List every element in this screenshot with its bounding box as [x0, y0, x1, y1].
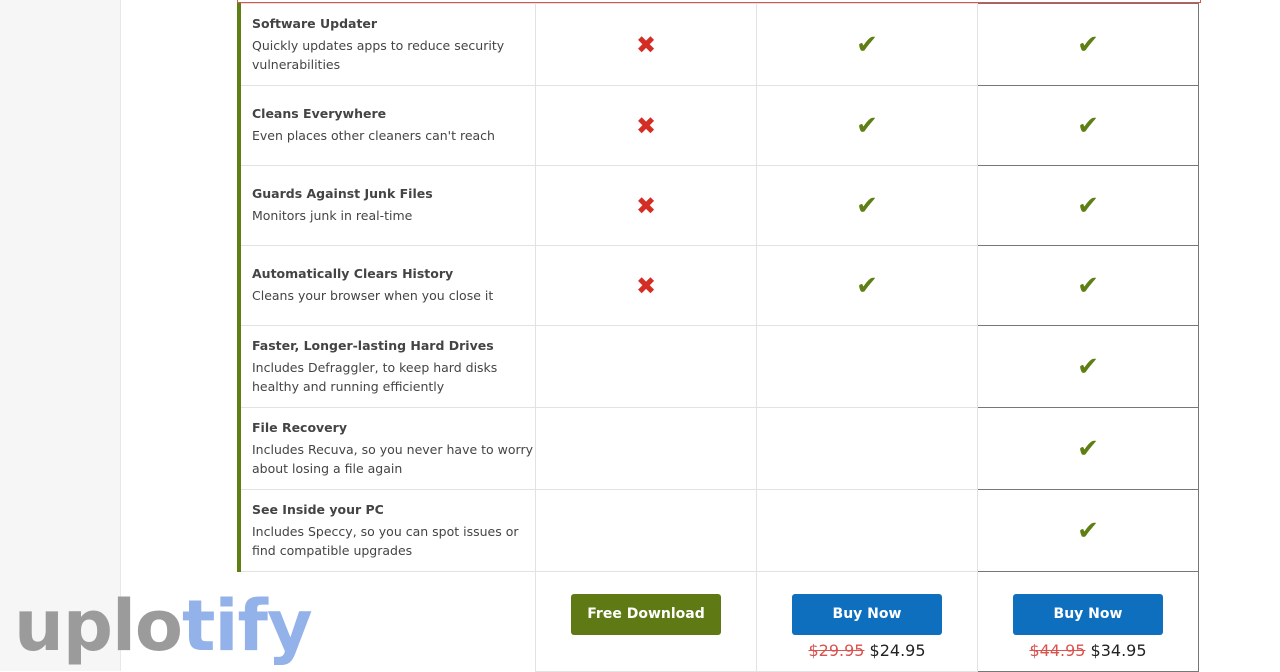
- feature-cell: Faster, Longer-lasting Hard Drives Includ…: [237, 325, 536, 408]
- plan-cell: ✖: [535, 85, 757, 166]
- action-cell: Free Download: [535, 571, 757, 672]
- plan-cell: [535, 489, 757, 572]
- plan-cell: [756, 489, 978, 572]
- cross-icon: ✖: [635, 111, 657, 140]
- feature-cell: See Inside your PC Includes Speccy, so yo…: [237, 489, 536, 572]
- plan-cell: ✔: [756, 165, 978, 246]
- check-icon: ✔: [1077, 351, 1099, 382]
- old-price: $44.95: [1029, 641, 1086, 660]
- plan-cell: [756, 407, 978, 490]
- check-icon: ✔: [1077, 110, 1099, 141]
- left-sidebar: [0, 0, 121, 671]
- plan-cell: ✖: [535, 165, 757, 246]
- plan-cell: [756, 325, 978, 408]
- feature-row: Automatically Clears History Cleans your …: [237, 245, 1199, 326]
- feature-title: Faster, Longer-lasting Hard Drives: [252, 337, 494, 353]
- feature-title: Cleans Everywhere: [252, 106, 387, 121]
- feature-row: Faster, Longer-lasting Hard Drives Includ…: [237, 325, 1199, 408]
- current-price: $34.95: [1090, 641, 1147, 660]
- feature-row: Guards Against Junk Files Monitors junk i…: [237, 165, 1199, 246]
- price: $29.95 $24.95: [757, 641, 977, 660]
- action-cell: Buy Now $44.95 $34.95: [977, 571, 1199, 672]
- feature-row: File Recovery Includes Recuva, so you nev…: [237, 407, 1199, 490]
- cross-icon: ✖: [635, 271, 657, 300]
- check-icon: ✔: [856, 270, 878, 301]
- buy-now-button[interactable]: Buy Now: [792, 594, 942, 635]
- feature-cell: File Recovery Includes Recuva, so you nev…: [237, 407, 536, 490]
- plan-cell: ✔: [977, 165, 1199, 246]
- plan-cell: [535, 407, 757, 490]
- check-icon: ✔: [1077, 270, 1099, 301]
- plan-cell: ✔: [977, 85, 1199, 166]
- price: $44.95 $34.95: [978, 641, 1198, 660]
- plan-cell: ✔: [977, 245, 1199, 326]
- feature-title: Guards Against Junk Files: [252, 186, 433, 201]
- feature-cell: Automatically Clears History Cleans your …: [237, 245, 536, 326]
- feature-description: Even places other cleaners can't reach: [252, 128, 495, 143]
- feature-row: Cleans Everywhere Even places other clean…: [237, 85, 1199, 166]
- plan-cell: ✖: [535, 245, 757, 326]
- check-icon: ✔: [856, 110, 878, 141]
- check-icon: ✔: [1077, 433, 1099, 464]
- cross-icon: ✖: [635, 191, 657, 220]
- plan-cell: ✔: [977, 325, 1199, 408]
- feature-description: Monitors junk in real-time: [252, 208, 413, 223]
- cross-icon: ✖: [635, 30, 657, 59]
- plan-cell: ✔: [756, 245, 978, 326]
- feature-title: Software Updater: [252, 15, 378, 31]
- action-cell: Buy Now $29.95 $24.95: [756, 571, 978, 672]
- feature-row: Software Updater Quickly updates apps to …: [237, 3, 1199, 86]
- plan-cell: [535, 325, 757, 408]
- feature-description: Includes Speccy, so you can spot issues …: [252, 523, 519, 558]
- feature-title: See Inside your PC: [252, 501, 384, 517]
- feature-description: Includes Recuva, so you never have to wo…: [252, 441, 533, 476]
- check-icon: ✔: [1077, 29, 1099, 60]
- old-price: $29.95: [808, 641, 865, 660]
- feature-cell: Cleans Everywhere Even places other clean…: [237, 85, 536, 166]
- comparison-table: Software Updater Quickly updates apps to …: [237, 3, 1199, 672]
- feature-description: Quickly updates apps to reduce security …: [252, 37, 505, 72]
- feature-description: Cleans your browser when you close it: [252, 288, 494, 303]
- check-icon: ✔: [856, 29, 878, 60]
- feature-description: Includes Defraggler, to keep hard disks …: [252, 359, 498, 394]
- plan-cell: ✔: [977, 407, 1199, 490]
- feature-cell: Guards Against Junk Files Monitors junk i…: [237, 165, 536, 246]
- plan-cell: ✔: [977, 3, 1199, 86]
- free-download-button[interactable]: Free Download: [571, 594, 721, 635]
- feature-title: Automatically Clears History: [252, 266, 454, 281]
- plan-cell: ✔: [756, 85, 978, 166]
- feature-row: See Inside your PC Includes Speccy, so yo…: [237, 489, 1199, 572]
- plan-cell: ✖: [535, 3, 757, 86]
- feature-cell: Software Updater Quickly updates apps to …: [237, 3, 536, 86]
- plan-cell: ✔: [977, 489, 1199, 572]
- watermark-logo: uplotify: [14, 585, 313, 667]
- check-icon: ✔: [856, 190, 878, 221]
- plan-cell: ✔: [756, 3, 978, 86]
- feature-title: File Recovery: [252, 419, 347, 435]
- buy-now-button[interactable]: Buy Now: [1013, 594, 1163, 635]
- current-price: $24.95: [869, 641, 926, 660]
- check-icon: ✔: [1077, 515, 1099, 546]
- check-icon: ✔: [1077, 190, 1099, 221]
